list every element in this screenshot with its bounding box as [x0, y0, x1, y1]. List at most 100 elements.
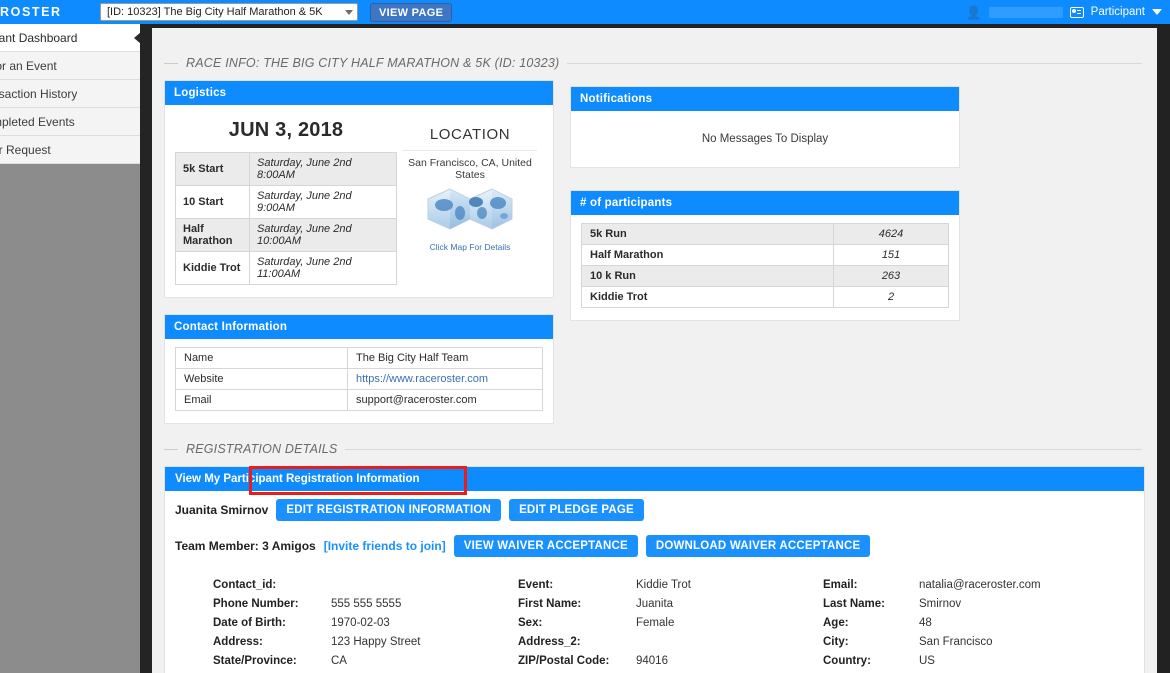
sidebar-item-label: nsaction History [0, 86, 78, 101]
registration-panel-title: View My Participant Registration Informa… [165, 467, 1144, 491]
table-row: 5k Run 4624 [581, 223, 949, 245]
schedule-name: 5k Start [175, 152, 250, 186]
sidebar-item-label: for an Event [0, 58, 57, 73]
participants-panel-title: # of participants [571, 191, 959, 215]
detail-row: Contact_id: [213, 579, 518, 591]
person-icon: 👤 [965, 4, 982, 20]
detail-row: Phone Number: 555 555 5555 [213, 598, 518, 610]
detail-row: Sex: Female [518, 617, 823, 629]
main-content: RACE INFO: THE BIG CITY HALF MARATHON & … [152, 28, 1157, 673]
detail-row: Date of Birth: 1970-02-03 [213, 617, 518, 629]
registration-legend-text: REGISTRATION DETAILS [186, 442, 338, 456]
website-link[interactable]: https://www.raceroster.com [356, 373, 488, 385]
event-select[interactable]: [ID: 10323] The Big City Half Marathon &… [100, 3, 358, 21]
contact-value[interactable]: https://www.raceroster.com [347, 368, 543, 390]
participant-category: 10 k Run [581, 265, 834, 287]
sidebar-item-label: mpleted Events [0, 114, 75, 129]
participant-category: 5k Run [581, 223, 834, 245]
schedule-name: Kiddie Trot [175, 251, 250, 285]
detail-value: 94016 [636, 655, 668, 667]
table-row: Website https://www.raceroster.com [175, 368, 543, 390]
table-row: Name The Big City Half Team [175, 347, 543, 369]
detail-value: 123 Happy Street [331, 636, 421, 648]
map-caption[interactable]: Click Map For Details [397, 242, 543, 252]
participant-category: Kiddie Trot [581, 286, 834, 308]
sidebar-item-transaction-history[interactable]: nsaction History [0, 80, 140, 108]
details-column-3: Email: natalia@raceroster.com Last Name:… [823, 579, 1123, 673]
sidebar-item-completed-events[interactable]: mpleted Events [0, 108, 140, 136]
participant-count: 2 [833, 286, 949, 308]
table-row: Email support@raceroster.com [175, 389, 543, 411]
logistics-location: LOCATION San Francisco, CA, United State… [397, 113, 543, 285]
detail-row: Email: natalia@raceroster.com [823, 579, 1123, 591]
legend-dash [164, 448, 178, 450]
detail-row: Address: 123 Happy Street [213, 636, 518, 648]
contact-key: Name [175, 347, 348, 369]
contact-table: Name The Big City Half Team Website http… [175, 347, 543, 411]
detail-key: State/Province: [213, 655, 297, 667]
detail-row: First Name: Juanita [518, 598, 823, 610]
contact-key: Email [175, 389, 348, 411]
sidebar-item-participant-dashboard[interactable]: pant Dashboard [0, 24, 141, 52]
detail-key: Event: [518, 579, 554, 591]
participant-count: 263 [833, 265, 949, 287]
sidebar-item-transfer-request[interactable]: er Request [0, 136, 140, 164]
username-redacted [988, 6, 1063, 18]
table-row: Half Marathon Saturday, June 2nd 10:00AM [175, 218, 397, 252]
participants-panel: # of participants 5k Run 4624 Half Marat… [570, 190, 960, 321]
sidebar-divider [140, 24, 152, 673]
sidebar: pant Dashboard for an Event nsaction His… [0, 24, 141, 673]
logistics-panel: Logistics JUN 3, 2018 5k Start Saturday,… [164, 80, 554, 298]
detail-row: City: San Francisco [823, 636, 1123, 648]
chevron-down-icon [345, 9, 353, 15]
race-date: JUN 3, 2018 [228, 119, 344, 141]
sidebar-item-label: er Request [0, 142, 51, 157]
view-page-button[interactable]: VIEW PAGE [370, 3, 453, 22]
schedule-time: Saturday, June 2nd 8:00AM [249, 152, 397, 186]
notifications-empty-message: No Messages To Display [701, 133, 829, 145]
schedule-time: Saturday, June 2nd 9:00AM [249, 185, 397, 219]
logistics-schedule: JUN 3, 2018 5k Start Saturday, June 2nd … [175, 113, 397, 285]
detail-row: Event: Kiddie Trot [518, 579, 823, 591]
schedule-table: 5k Start Saturday, June 2nd 8:00AM 10 St… [175, 152, 397, 285]
logistics-panel-body: JUN 3, 2018 5k Start Saturday, June 2nd … [165, 105, 553, 297]
notifications-panel: Notifications No Messages To Display [570, 86, 960, 168]
detail-value: Smirnov [919, 598, 962, 610]
detail-value: Kiddie Trot [636, 579, 691, 591]
detail-row: ZIP/Postal Code: 94016 [518, 655, 823, 667]
location-place: San Francisco, CA, United States [408, 157, 532, 181]
detail-value: natalia@raceroster.com [919, 579, 1041, 591]
detail-key: Address: [213, 636, 263, 648]
map-link[interactable] [397, 185, 543, 238]
detail-row: Last Name: Smirnov [823, 598, 1123, 610]
registration-details-legend: REGISTRATION DETAILS [164, 442, 1142, 456]
schedule-name: Half Marathon [175, 218, 250, 252]
schedule-name: 10 Start [175, 185, 250, 219]
world-map-icon [427, 188, 513, 230]
detail-value: 1970-02-03 [331, 617, 390, 629]
logistics-panel-title: Logistics [165, 81, 553, 105]
contact-panel-body: Name The Big City Half Team Website http… [165, 339, 553, 423]
detail-value: US [919, 655, 935, 667]
sidebar-item-register-for-an-event[interactable]: for an Event [0, 52, 140, 80]
download-waiver-acceptance-button[interactable]: DOWNLOAD WAIVER ACCEPTANCE [645, 535, 871, 557]
user-menu[interactable]: 👤 Participant [965, 0, 1162, 24]
view-waiver-acceptance-button[interactable]: VIEW WAIVER ACCEPTANCE [453, 535, 638, 557]
participant-count: 4624 [833, 223, 949, 245]
chevron-down-icon[interactable] [1152, 9, 1162, 15]
registration-actions-row: Juanita Smirnov EDIT REGISTRATION INFORM… [165, 491, 1144, 521]
divider [403, 150, 537, 151]
registration-details-grid: Contact_id: Phone Number: 555 555 5555 D… [165, 557, 1144, 673]
contact-value: The Big City Half Team [347, 347, 543, 369]
detail-key: City: [823, 636, 849, 648]
sidebar-item-label: pant Dashboard [0, 30, 78, 45]
contact-key: Website [175, 368, 348, 390]
detail-key: Phone Number: [213, 598, 299, 610]
edit-pledge-page-button[interactable]: EDIT PLEDGE PAGE [509, 499, 644, 521]
edit-registration-information-button[interactable]: EDIT REGISTRATION INFORMATION [276, 499, 502, 521]
invite-friends-link[interactable]: [Invite friends to join] [324, 539, 446, 553]
detail-value: 48 [919, 617, 932, 629]
detail-value: Juanita [636, 598, 674, 610]
race-info-legend: RACE INFO: THE BIG CITY HALF MARATHON & … [164, 56, 1142, 70]
left-column: Logistics JUN 3, 2018 5k Start Saturday,… [164, 80, 554, 440]
